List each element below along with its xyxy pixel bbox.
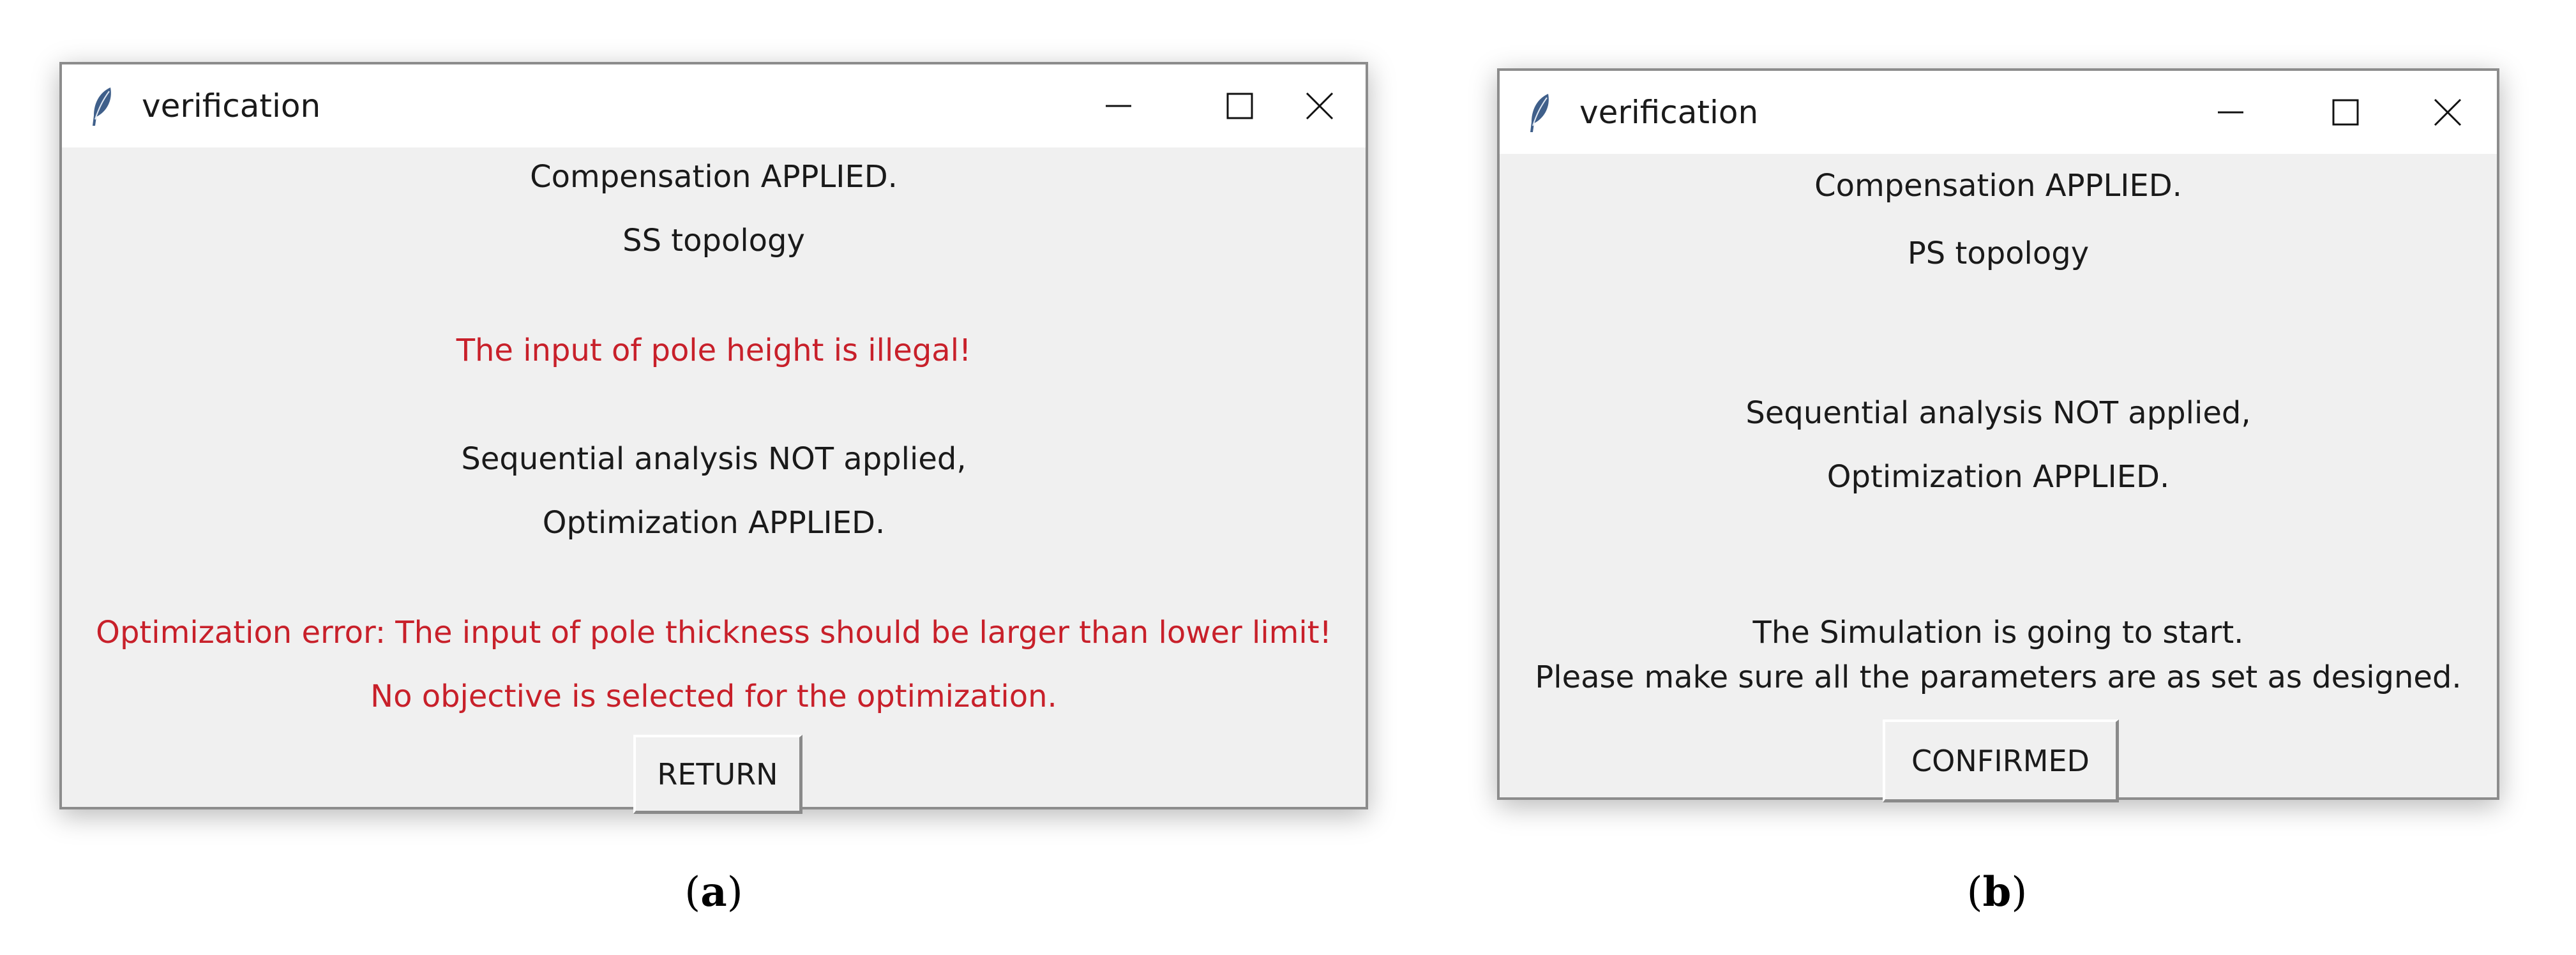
- caption-b-open: (: [1966, 869, 1983, 916]
- optimization-error: Optimization error: The input of pole th…: [96, 615, 1332, 650]
- caption-b: (b): [1933, 868, 2061, 916]
- maximize-button[interactable]: [2298, 71, 2393, 154]
- no-objective-error: No objective is selected for the optimiz…: [370, 679, 1057, 714]
- close-icon: [1306, 92, 1334, 120]
- maximize-icon: [1226, 93, 1253, 119]
- maximize-icon: [2332, 99, 2359, 126]
- compensation-status: Compensation APPLIED.: [530, 159, 898, 195]
- close-icon: [2434, 98, 2462, 126]
- close-button[interactable]: [2400, 71, 2496, 154]
- return-button[interactable]: RETURN: [633, 735, 802, 814]
- caption-b-letter: b: [1982, 868, 2012, 916]
- feather-icon: [1530, 94, 1549, 132]
- optimization-status: Optimization APPLIED.: [542, 505, 885, 541]
- close-button[interactable]: [1272, 64, 1367, 147]
- minimize-button[interactable]: [2183, 71, 2278, 154]
- caption-a-letter: a: [700, 868, 727, 916]
- topology-label: SS topology: [622, 223, 805, 259]
- minimize-icon: [1106, 105, 1131, 107]
- verification-window-b: verification Compensation APPLIED. PS to…: [1497, 68, 2499, 802]
- title-bar[interactable]: verification: [1500, 71, 2497, 154]
- pole-height-error: The input of pole height is illegal!: [456, 333, 972, 368]
- window-title: verification: [142, 87, 321, 124]
- window-title: verification: [1579, 94, 1759, 131]
- caption-a: (a): [650, 868, 778, 916]
- caption-a-close: ): [727, 869, 743, 916]
- feather-icon: [93, 87, 111, 126]
- title-bar[interactable]: verification: [62, 64, 1366, 147]
- confirmed-button[interactable]: CONFIRMED: [1883, 719, 2119, 802]
- minimize-button[interactable]: [1071, 64, 1166, 147]
- optimization-status: Optimization APPLIED.: [1827, 459, 2170, 495]
- sequential-analysis-status: Sequential analysis NOT applied,: [1745, 395, 2251, 431]
- sequential-analysis-status: Sequential analysis NOT applied,: [461, 441, 967, 477]
- minimize-icon: [2218, 111, 2243, 114]
- compensation-status: Compensation APPLIED.: [1814, 168, 2182, 204]
- verification-window-a: verification Compensation APPLIED. SS to…: [59, 62, 1368, 814]
- caption-b-close: ): [2011, 869, 2028, 916]
- caption-a-open: (: [684, 869, 701, 916]
- topology-label: PS topology: [1907, 236, 2090, 271]
- parameters-check-message: Please make sure all the parameters are …: [1535, 659, 2462, 695]
- simulation-start-message: The Simulation is going to start.: [1752, 615, 2244, 650]
